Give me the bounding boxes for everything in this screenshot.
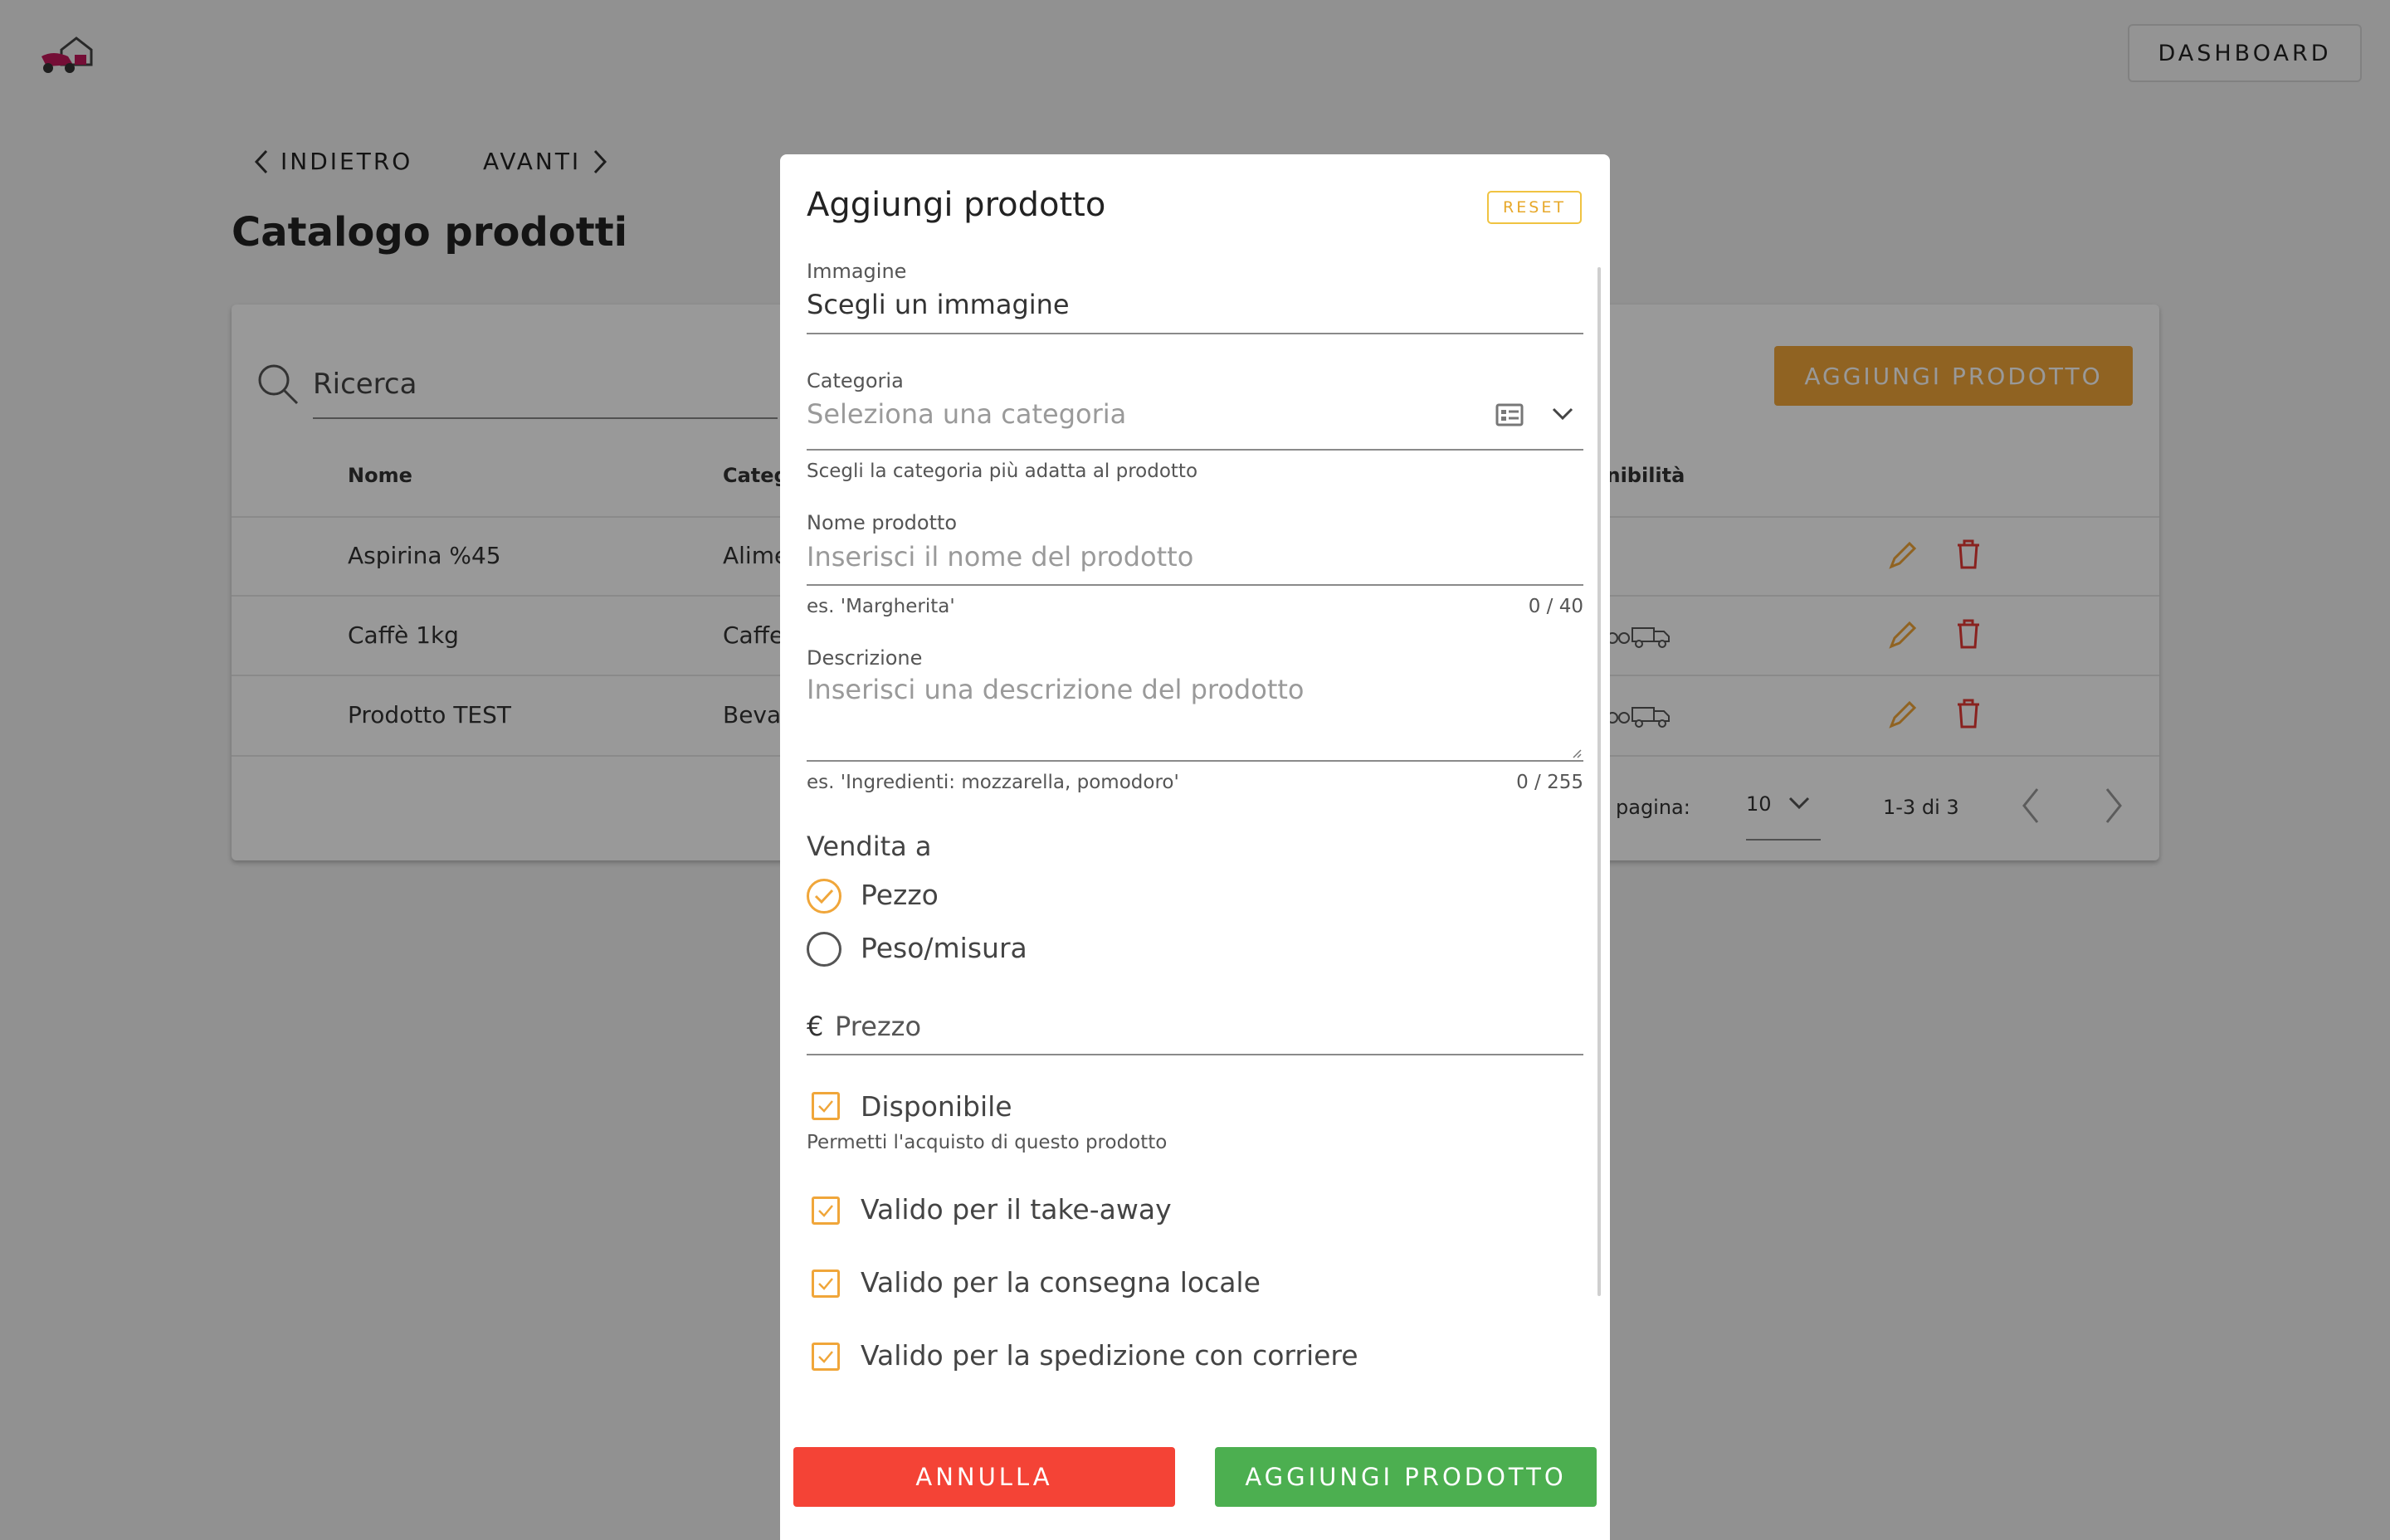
description-hint: es. 'Ingredienti: mozzarella, pomodoro' xyxy=(807,772,1179,793)
reset-button[interactable]: RESET xyxy=(1487,191,1582,224)
category-field-label: Categoria xyxy=(807,369,904,392)
cancel-button[interactable]: ANNULLA xyxy=(793,1447,1175,1507)
local-delivery-checkbox[interactable] xyxy=(812,1270,840,1298)
add-product-dialog: Aggiungi prodotto RESET Immagine Scegli … xyxy=(780,154,1610,1540)
name-hint: es. 'Margherita' xyxy=(807,596,955,617)
name-counter: 0 / 40 xyxy=(1528,596,1583,617)
check-icon xyxy=(814,889,834,904)
radio-peso-misura[interactable] xyxy=(807,932,841,967)
image-underline xyxy=(807,333,1583,334)
add-product-button[interactable]: AGGIUNGI PRODOTTO xyxy=(1215,1447,1597,1507)
courier-shipping-checkbox[interactable] xyxy=(812,1343,840,1371)
available-hint: Permetti l'acquisto di questo prodotto xyxy=(807,1132,1168,1153)
takeaway-checkbox[interactable] xyxy=(812,1196,840,1225)
takeaway-label[interactable]: Valido per il take-away xyxy=(861,1193,1172,1226)
list-icon xyxy=(1495,403,1524,426)
description-field-label: Descrizione xyxy=(807,646,923,670)
chevron-down-icon[interactable] xyxy=(1552,407,1573,422)
check-icon xyxy=(818,1278,833,1290)
name-field-label: Nome prodotto xyxy=(807,511,958,534)
name-underline xyxy=(807,584,1583,586)
available-checkbox[interactable] xyxy=(812,1092,840,1120)
description-textarea[interactable]: Inserisci una descrizione del prodotto xyxy=(807,674,1304,705)
courier-shipping-label[interactable]: Valido per la spedizione con corriere xyxy=(861,1339,1358,1372)
price-underline xyxy=(807,1054,1583,1055)
currency-symbol: € xyxy=(807,1011,824,1042)
sale-section-title: Vendita a xyxy=(807,831,932,862)
dialog-scrollbar[interactable] xyxy=(1597,267,1601,1296)
check-icon xyxy=(818,1205,833,1217)
available-label[interactable]: Disponibile xyxy=(861,1090,1012,1123)
description-underline xyxy=(807,760,1583,762)
radio-pezzo[interactable] xyxy=(807,879,841,914)
image-picker[interactable]: Scegli un immagine xyxy=(807,289,1070,320)
category-select[interactable]: Seleziona una categoria xyxy=(807,398,1126,430)
name-input[interactable]: Inserisci il nome del prodotto xyxy=(807,541,1193,573)
dialog-title: Aggiungi prodotto xyxy=(807,186,1106,224)
check-icon xyxy=(818,1100,833,1113)
image-field-label: Immagine xyxy=(807,260,907,283)
description-counter: 0 / 255 xyxy=(1516,772,1583,793)
price-input[interactable]: Prezzo xyxy=(835,1011,921,1042)
resize-handle-icon[interactable] xyxy=(1572,748,1582,758)
local-delivery-label[interactable]: Valido per la consegna locale xyxy=(861,1266,1261,1299)
check-icon xyxy=(818,1351,833,1363)
category-hint: Scegli la categoria più adatta al prodot… xyxy=(807,461,1198,482)
category-underline xyxy=(807,449,1583,451)
radio-peso-misura-label[interactable]: Peso/misura xyxy=(861,932,1027,964)
radio-pezzo-label[interactable]: Pezzo xyxy=(861,879,939,911)
